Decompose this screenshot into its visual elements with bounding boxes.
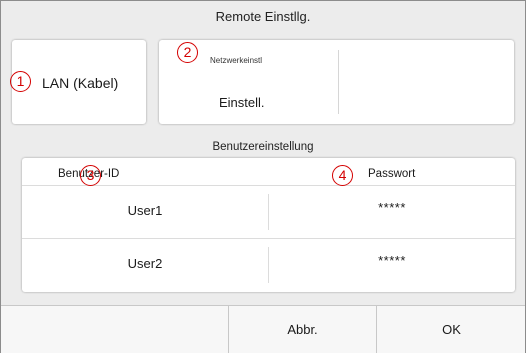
- password-column-header: Passwort: [368, 168, 416, 180]
- remote-settings-screen: Remote Einstllg. LAN (Kabel) 1 Netzwerke…: [0, 0, 526, 353]
- lan-cable-button[interactable]: LAN (Kabel): [12, 40, 146, 124]
- user2-id-cell[interactable]: User2: [22, 256, 268, 271]
- ok-button[interactable]: OK: [376, 306, 526, 353]
- marker-4: 4: [332, 165, 353, 186]
- user1-id-cell[interactable]: User1: [22, 203, 268, 218]
- screen-title: Remote Einstllg.: [215, 9, 311, 24]
- network-settings-small-label: Netzwerkeinstl: [210, 56, 263, 65]
- network-divider: [338, 50, 339, 114]
- network-settings-panel: Netzwerkeinstl Einstell.: [159, 40, 514, 124]
- footer-empty-slot: [1, 306, 227, 353]
- marker-3: 3: [80, 165, 101, 186]
- lan-cable-label: LAN (Kabel): [42, 75, 119, 91]
- user1-password-cell[interactable]: *****: [269, 200, 515, 215]
- table-row-user1: User1 *****: [22, 186, 515, 238]
- marker-2: 2: [177, 42, 198, 63]
- cancel-button[interactable]: Abbr.: [228, 306, 376, 353]
- marker-1: 1: [10, 71, 31, 92]
- network-settings-button[interactable]: Einstell.: [219, 95, 265, 110]
- footer-bar: Abbr. OK: [1, 305, 525, 353]
- user-settings-title: Benutzereinstellung: [212, 141, 314, 153]
- user2-password-cell[interactable]: *****: [269, 253, 515, 268]
- table-row-user2: User2 *****: [22, 239, 515, 291]
